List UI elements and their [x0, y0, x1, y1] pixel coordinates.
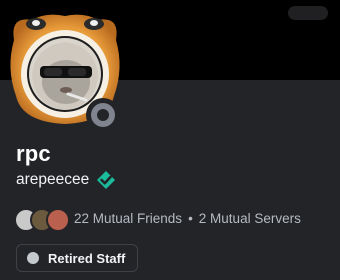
diamond-badge-icon[interactable]	[96, 170, 116, 190]
mutual-friends-link[interactable]: 22 Mutual Friends	[74, 211, 182, 226]
banner-overlay	[288, 6, 328, 20]
username[interactable]: arepeecee	[16, 171, 89, 189]
mutual-friends-avatars[interactable]	[14, 208, 70, 232]
role-label: Retired Staff	[48, 250, 126, 266]
mutual-servers-link[interactable]: 2 Mutual Servers	[199, 211, 301, 226]
mutual-friend-avatar	[46, 208, 70, 232]
username-row: arepeecee	[16, 170, 116, 190]
separator-dot: •	[188, 210, 193, 226]
display-name: rpc	[16, 141, 51, 166]
avatar[interactable]	[6, 10, 124, 132]
role-color-dot	[27, 252, 39, 264]
offline-status-icon	[91, 103, 115, 127]
role-pill[interactable]: Retired Staff	[16, 244, 139, 272]
mutuals-row: 22 Mutual Friends • 2 Mutual Servers	[14, 206, 301, 232]
status-indicator	[86, 98, 120, 132]
